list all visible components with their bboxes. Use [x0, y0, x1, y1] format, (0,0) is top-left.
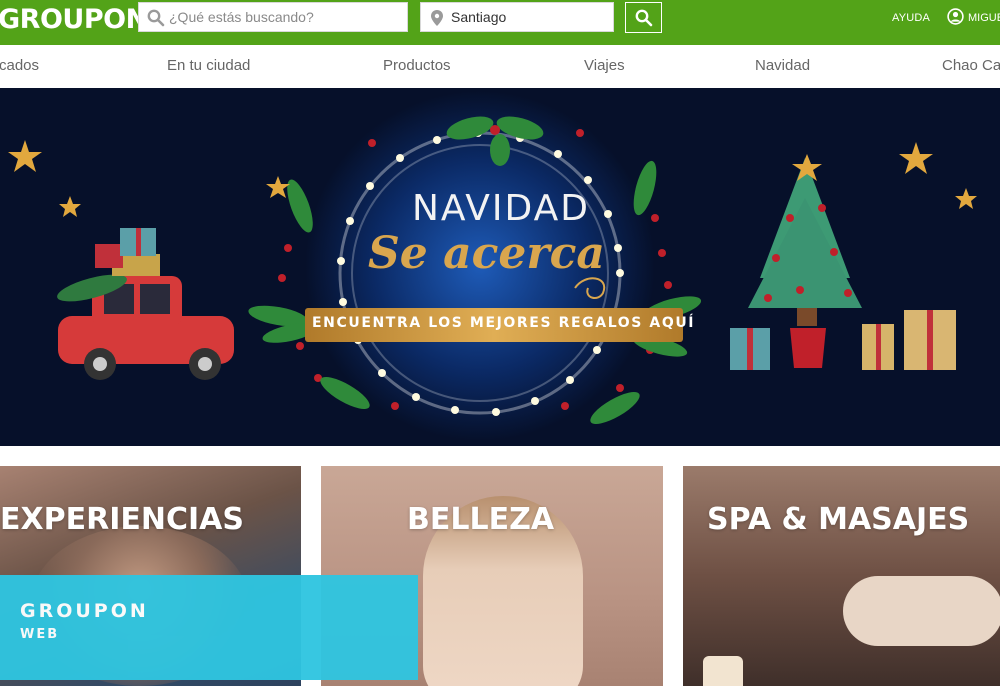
top-bar: GROUPON AYUDA MIGUE: [0, 0, 1000, 45]
category-nav: cados En tu ciudad Productos Viajes Navi…: [0, 45, 1000, 88]
search-box[interactable]: [138, 2, 408, 32]
help-link[interactable]: AYUDA: [892, 12, 930, 24]
tile-photo: [703, 656, 743, 686]
nav-item-navidad[interactable]: Navidad: [755, 57, 810, 74]
nav-item-regalos[interactable]: cados: [0, 57, 39, 74]
tile-title-spa-masajes: SPA & MASAJES: [707, 502, 970, 537]
user-account[interactable]: [947, 8, 964, 30]
nav-item-viajes[interactable]: Viajes: [584, 57, 625, 74]
banner-ribbon-text: ENCUENTRA LOS MEJORES REGALOS AQUÍ: [312, 315, 696, 331]
search-icon: [635, 9, 652, 26]
groupon-logo[interactable]: GROUPON: [0, 4, 148, 35]
location-box[interactable]: [420, 2, 614, 32]
search-input[interactable]: [169, 6, 399, 28]
nav-item-en-tu-ciudad[interactable]: En tu ciudad: [167, 57, 250, 74]
location-pin-icon: [431, 10, 443, 26]
christmas-banner[interactable]: NAVIDAD Se acerca ENCUENTRA LOS MEJORES …: [0, 88, 1000, 446]
user-name[interactable]: MIGUE: [968, 12, 1000, 24]
nav-item-productos[interactable]: Productos: [383, 57, 451, 74]
groupon-web-overlay: GROUPON WEB: [0, 575, 418, 680]
banner-subtitle: Se acerca: [368, 228, 605, 279]
nav-item-chao-cal[interactable]: Chao Cal: [942, 57, 1000, 74]
tile-title-experiencias: EXPERIENCIAS: [0, 502, 244, 537]
tile-spa-masajes[interactable]: SPA & MASAJES: [683, 466, 1000, 686]
search-button[interactable]: [625, 2, 662, 33]
overlay-subtitle: WEB: [20, 627, 60, 642]
overlay-title: GROUPON: [20, 600, 149, 622]
user-icon: [947, 8, 964, 25]
banner-title: NAVIDAD: [412, 188, 590, 229]
search-icon: [147, 9, 165, 27]
tile-title-belleza: BELLEZA: [407, 502, 555, 537]
location-input[interactable]: [451, 6, 601, 28]
